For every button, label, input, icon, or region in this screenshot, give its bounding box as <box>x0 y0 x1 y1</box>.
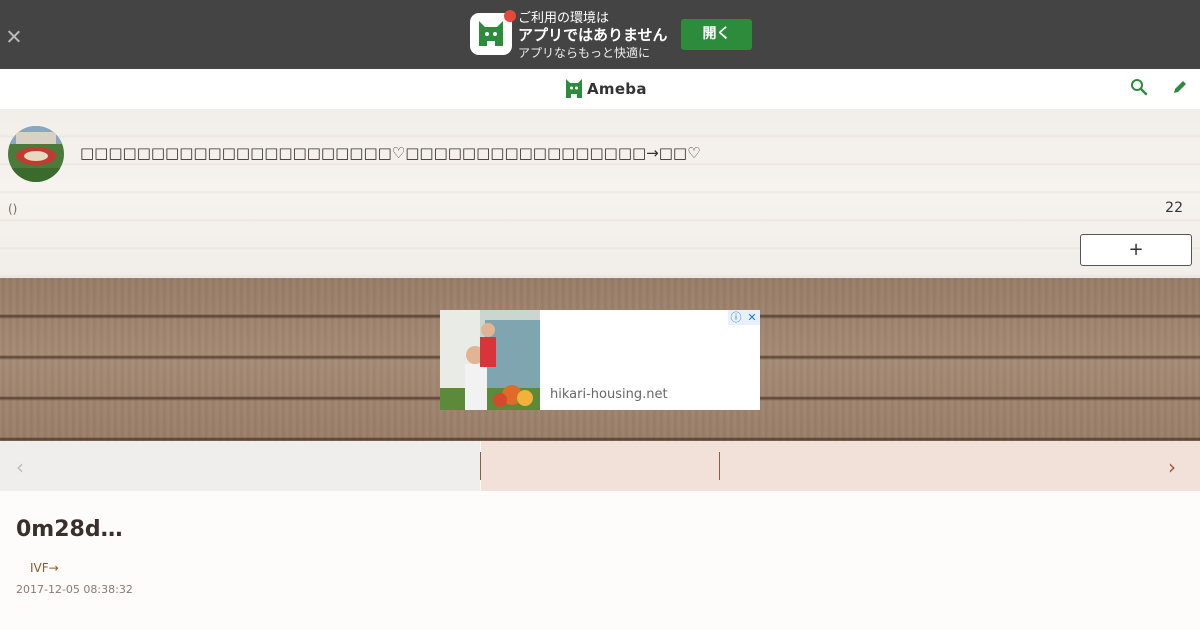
next-entry-area[interactable] <box>481 441 1200 491</box>
nav-divider <box>480 452 481 480</box>
reader-count: 22 <box>1165 200 1183 216</box>
ad-close-icon[interactable]: ✕ <box>744 310 760 325</box>
ameba-logo-icon[interactable] <box>564 78 584 100</box>
search-icon[interactable] <box>1130 78 1148 96</box>
add-reader-button[interactable]: + <box>1080 234 1192 266</box>
chevron-right-icon[interactable]: › <box>1168 455 1176 479</box>
blog-avatar[interactable] <box>8 126 64 182</box>
ad-domain[interactable]: hikari-housing.net <box>550 387 668 402</box>
notification-badge <box>504 10 516 22</box>
entry-title[interactable]: 0m28d… <box>16 517 123 542</box>
prev-entry-area <box>0 441 480 491</box>
entry-nav: ‹ › <box>0 441 1200 491</box>
site-header: Ameba <box>0 69 1200 110</box>
nav-divider <box>719 452 720 480</box>
entry-theme-link[interactable]: IVF→ <box>30 561 59 575</box>
app-banner: ご利用の環境は アプリではありません アプリならもっと快適に 開く <box>0 0 1200 69</box>
entry: 0m28d… IVF→ 2017-12-05 08:38:32 <box>0 491 1200 630</box>
ad-controls: ⓘ ✕ <box>728 310 760 325</box>
banner-line-3: アプリならもっと快適に <box>518 46 651 60</box>
ad-info-icon[interactable]: ⓘ <box>728 310 744 325</box>
banner-line-2: アプリではありません <box>518 26 668 44</box>
ameba-logo-text[interactable]: Ameba <box>587 80 647 98</box>
edit-icon[interactable] <box>1171 78 1189 96</box>
close-icon[interactable] <box>5 28 23 46</box>
blog-subtitle: () <box>8 202 18 216</box>
entry-date: 2017-12-05 08:38:32 <box>16 583 133 596</box>
blog-title[interactable]: □□□□□□□□□□□□□□□□□□□□□□♡□□□□□□□□□□□□□□□□□… <box>80 144 701 162</box>
chevron-left-icon: ‹ <box>16 455 24 479</box>
advertisement[interactable]: hikari-housing.net ⓘ ✕ <box>440 310 760 410</box>
ad-image[interactable] <box>440 310 540 410</box>
open-app-button[interactable]: 開く <box>681 19 752 50</box>
blog-header: □□□□□□□□□□□□□□□□□□□□□□♡□□□□□□□□□□□□□□□□□… <box>0 110 1200 278</box>
